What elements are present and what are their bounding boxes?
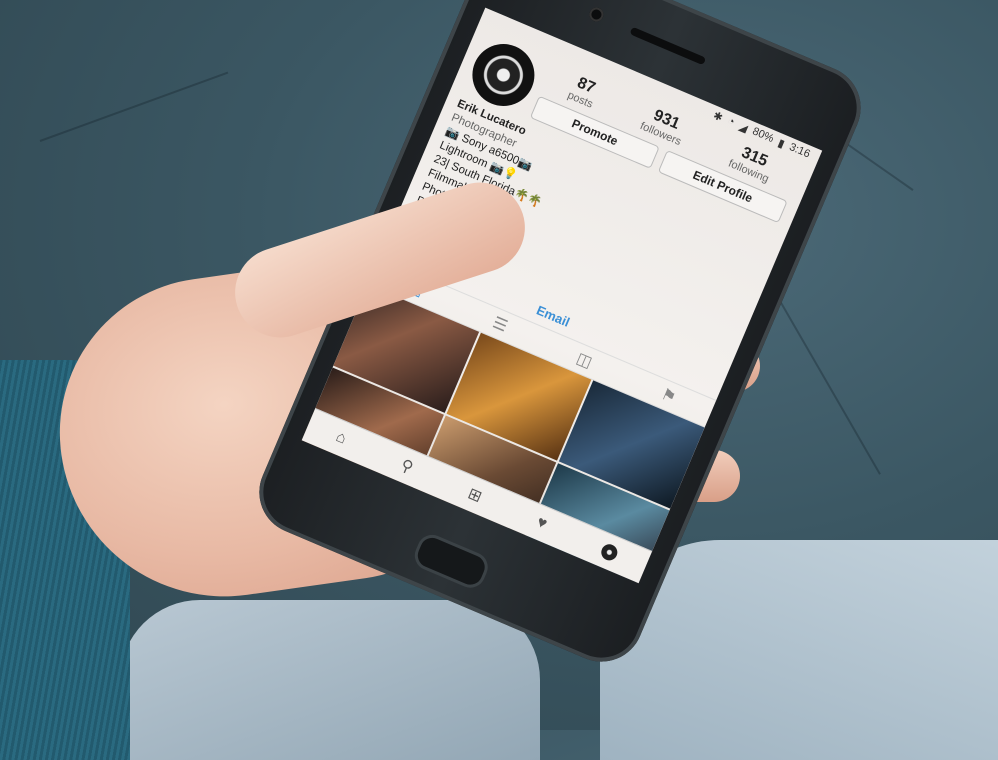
bookmark-icon[interactable]: ⚑ <box>658 384 679 408</box>
home-button[interactable] <box>410 530 493 593</box>
wifi-icon: ◔ <box>725 114 737 129</box>
battery-icon: ▮ <box>776 136 787 151</box>
bluetooth-icon: ✱ <box>711 109 725 124</box>
earpiece-speaker <box>629 26 707 66</box>
heart-icon[interactable]: ♥ <box>534 513 549 533</box>
jeans-left-leg <box>120 600 540 760</box>
home-icon[interactable]: ⌂ <box>333 428 349 448</box>
posts-stat[interactable]: 87 posts <box>566 73 602 110</box>
signal-icon: ◢ <box>737 120 750 135</box>
front-camera <box>587 5 606 24</box>
tagged-icon[interactable]: ◫ <box>573 348 595 372</box>
list-icon[interactable]: ☰ <box>490 313 511 337</box>
add-icon[interactable]: ⊞ <box>465 483 485 507</box>
profile-icon[interactable] <box>599 542 621 563</box>
search-icon[interactable]: ⚲ <box>398 455 417 478</box>
ground-crack <box>39 71 229 142</box>
ground-crack <box>779 300 881 475</box>
